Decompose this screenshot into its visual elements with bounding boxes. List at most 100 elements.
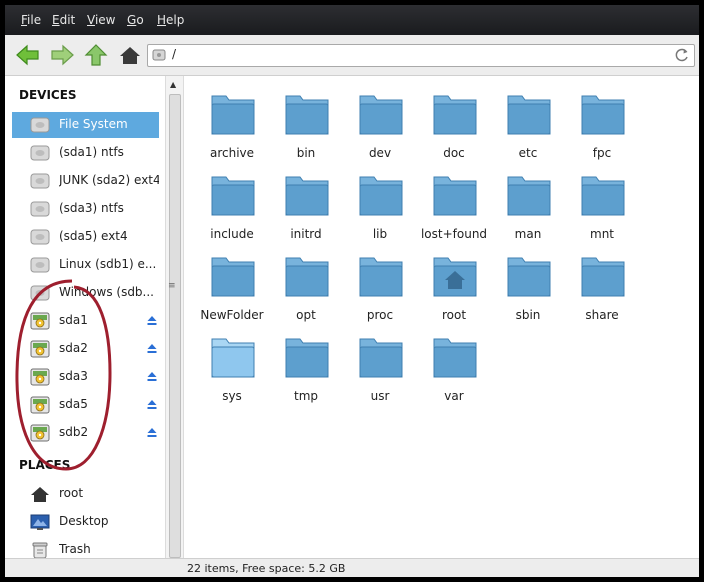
eject-icon[interactable] xyxy=(147,315,157,326)
sidebar-item-junk-sda2-ext4[interactable]: JUNK (sda2) ext4 xyxy=(12,168,159,194)
drive-icon xyxy=(30,257,50,273)
folder-icon xyxy=(285,176,329,216)
folder-item[interactable]: doc xyxy=(417,86,491,164)
drive-icon xyxy=(30,145,50,161)
sidebar-item-label: (sda1) ntfs xyxy=(59,145,124,159)
sidebar-item-sda5-ext4[interactable]: (sda5) ext4 xyxy=(12,224,159,250)
folder-name: man xyxy=(514,227,542,241)
sidebar-item-label: JUNK (sda2) ext4 xyxy=(59,173,159,187)
folder-item[interactable]: tmp xyxy=(269,329,343,407)
pane-resize-grip-icon[interactable]: ≡ xyxy=(168,281,176,291)
drive-icon xyxy=(30,173,50,189)
folder-icon xyxy=(507,95,551,135)
sidebar-item-file-system[interactable]: File System xyxy=(12,112,159,138)
folder-name: bin xyxy=(296,146,316,160)
folder-icon xyxy=(507,176,551,216)
folder-name: usr xyxy=(370,389,390,403)
folder-icon xyxy=(581,176,625,216)
folder-item[interactable]: dev xyxy=(343,86,417,164)
eject-icon[interactable] xyxy=(147,427,157,438)
folder-icon xyxy=(433,95,477,135)
menu-mnemonic: E xyxy=(52,13,60,27)
folder-icon xyxy=(359,338,403,378)
home-folder-icon xyxy=(433,257,477,297)
folder-item[interactable]: var xyxy=(417,329,491,407)
menu-help[interactable]: Help xyxy=(157,13,184,27)
home-icon xyxy=(120,47,140,64)
menu-mnemonic: G xyxy=(127,13,137,27)
folder-item[interactable]: lib xyxy=(343,167,417,245)
home-button[interactable] xyxy=(117,43,143,67)
folder-item[interactable]: etc xyxy=(491,86,565,164)
folder-icon xyxy=(359,257,403,297)
folder-item[interactable]: mnt xyxy=(565,167,639,245)
up-button[interactable] xyxy=(83,43,109,67)
menu-view[interactable]: View xyxy=(87,13,115,27)
eject-icon[interactable] xyxy=(147,343,157,354)
folder-icon xyxy=(285,338,329,378)
folder-name: initrd xyxy=(290,227,322,241)
sidebar-item-desktop[interactable]: Desktop xyxy=(12,509,159,535)
folder-icon xyxy=(211,95,255,135)
drive-icon xyxy=(30,201,50,217)
folder-item[interactable]: share xyxy=(565,248,639,326)
folder-name: fpc xyxy=(592,146,612,160)
menu-label: elp xyxy=(166,13,185,27)
desktop-icon xyxy=(30,514,50,530)
sidebar-item-root[interactable]: root xyxy=(12,481,159,507)
folder-item[interactable]: sbin xyxy=(491,248,565,326)
folder-icon xyxy=(211,257,255,297)
folder-icon xyxy=(285,95,329,135)
folder-item[interactable]: lost+found xyxy=(417,167,491,245)
menu-label: ile xyxy=(27,13,42,27)
folder-item[interactable]: usr xyxy=(343,329,417,407)
back-button[interactable] xyxy=(15,43,41,67)
sidebar-item-sda3-ntfs[interactable]: (sda3) ntfs xyxy=(12,196,159,222)
forward-arrow-icon xyxy=(51,44,74,66)
folder-name: opt xyxy=(296,308,316,322)
menu-edit[interactable]: Edit xyxy=(52,13,75,27)
sidebar-item-sda1-ntfs[interactable]: (sda1) ntfs xyxy=(12,140,159,166)
folder-icon xyxy=(433,176,477,216)
folder-name: lost+found xyxy=(420,227,488,241)
annotation-ellipse xyxy=(15,279,112,471)
folder-item[interactable]: initrd xyxy=(269,167,343,245)
sidebar-item-label: Desktop xyxy=(59,514,109,528)
folder-item[interactable]: proc xyxy=(343,248,417,326)
scroll-up-icon[interactable]: ▲ xyxy=(170,80,176,89)
folder-name: lib xyxy=(372,227,388,241)
location-bar[interactable]: / xyxy=(147,44,695,67)
back-arrow-icon xyxy=(16,44,39,66)
scrollbar-thumb[interactable] xyxy=(169,94,181,558)
menu-go[interactable]: Go xyxy=(127,13,144,27)
home-icon xyxy=(31,487,49,502)
folder-name: share xyxy=(585,308,619,322)
folder-icon xyxy=(359,176,403,216)
menu-mnemonic: H xyxy=(157,13,167,27)
folder-item[interactable]: include xyxy=(195,167,269,245)
folder-item[interactable]: fpc xyxy=(565,86,639,164)
menu-file[interactable]: File xyxy=(21,13,41,27)
sidebar-item-label: File System xyxy=(59,117,128,131)
folder-item[interactable]: root xyxy=(417,248,491,326)
drive-icon xyxy=(30,229,50,245)
folder-item[interactable]: sys xyxy=(195,329,269,407)
folder-item[interactable]: bin xyxy=(269,86,343,164)
forward-button[interactable] xyxy=(49,43,75,67)
folder-icon xyxy=(285,257,329,297)
sidebar-scrollbar[interactable]: ▲ ▼ xyxy=(165,76,184,577)
folder-icon xyxy=(507,257,551,297)
folder-item[interactable]: archive xyxy=(195,86,269,164)
eject-icon[interactable] xyxy=(147,371,157,382)
folder-item[interactable]: man xyxy=(491,167,565,245)
sidebar-item-linux-sdb1-e[interactable]: Linux (sdb1) e... xyxy=(12,252,159,278)
eject-icon[interactable] xyxy=(147,399,157,410)
folder-icon xyxy=(581,257,625,297)
folder-item[interactable]: opt xyxy=(269,248,343,326)
folder-name: proc xyxy=(366,308,394,322)
folder-item[interactable]: NewFolder xyxy=(195,248,269,326)
menu-label: dit xyxy=(59,13,76,27)
menubar: File Edit View Go Help xyxy=(5,5,699,35)
reload-icon[interactable] xyxy=(674,47,690,63)
folder-name: var xyxy=(444,389,464,403)
